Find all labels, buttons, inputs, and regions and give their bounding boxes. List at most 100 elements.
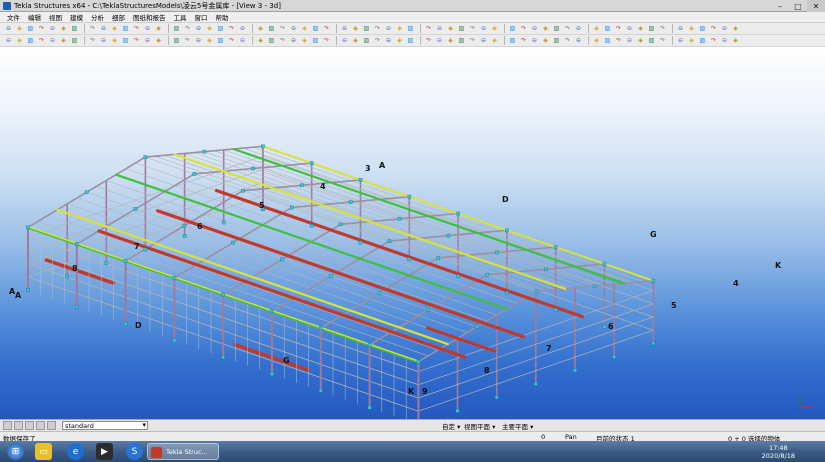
toolbar-button[interactable]: ⊖ [4, 36, 13, 45]
toolbar-button[interactable]: ↷ [468, 36, 477, 45]
toolbar-button[interactable]: ▧ [26, 36, 35, 45]
toolbar-button[interactable]: ▧ [406, 36, 415, 45]
toolbar-button[interactable]: ▧ [698, 36, 707, 45]
toolbar-button[interactable]: ↷ [563, 24, 572, 33]
toolbar-button[interactable]: ⊖ [48, 36, 57, 45]
toolbar-button[interactable]: ▧ [647, 24, 656, 33]
toolbar-button[interactable]: ◈ [541, 36, 550, 45]
toolbar-button[interactable]: ◈ [300, 36, 309, 45]
toolbar-button[interactable]: ▧ [121, 24, 130, 33]
toolbar-button[interactable]: ◈ [256, 36, 265, 45]
menu-drawings-reports[interactable]: 图纸和报告 [129, 12, 170, 22]
toolbar-button[interactable]: ↷ [373, 24, 382, 33]
start-button-icon[interactable]: ⊞ [7, 443, 24, 460]
toolbar-button[interactable]: ⊖ [625, 24, 634, 33]
toolbar-button[interactable]: ▧ [121, 36, 130, 45]
toolbar-button[interactable]: ⊖ [99, 24, 108, 33]
toolbar-button[interactable]: ◈ [636, 24, 645, 33]
toolbar-button[interactable]: ▧ [457, 24, 466, 33]
toolbar-button[interactable]: ↷ [519, 24, 528, 33]
toolbar-button[interactable]: ⊖ [435, 24, 444, 33]
toolbar-button[interactable]: ⊖ [479, 36, 488, 45]
system-clock[interactable]: 17:48 2020/8/18 [762, 441, 795, 462]
toolbar-button[interactable]: ◈ [687, 36, 696, 45]
toolbar-button[interactable]: ⊖ [289, 24, 298, 33]
toolbar-button[interactable]: ◈ [731, 24, 740, 33]
close-icon[interactable]: ✕ [807, 0, 825, 12]
toolbar-button[interactable]: ↷ [468, 24, 477, 33]
toolbar-button[interactable]: ↷ [563, 36, 572, 45]
toolbar-button[interactable]: ⊖ [574, 36, 583, 45]
toolbar-button[interactable]: ↷ [227, 24, 236, 33]
menu-window[interactable]: 窗口 [191, 12, 212, 22]
toolbar-button[interactable]: ⊖ [143, 36, 152, 45]
toolbar-button[interactable]: ▧ [26, 24, 35, 33]
menu-help[interactable]: 帮助 [212, 12, 233, 22]
menu-analysis[interactable]: 分析 [87, 12, 108, 22]
toolbar-button[interactable]: ↷ [37, 36, 46, 45]
toolbar-button[interactable]: ↷ [322, 36, 331, 45]
toolbar-button[interactable]: ▧ [172, 24, 181, 33]
toolbar-button[interactable]: ⊖ [676, 24, 685, 33]
maximize-icon[interactable]: □ [789, 0, 807, 12]
toolbar-button[interactable]: ▧ [311, 36, 320, 45]
snap-button[interactable] [47, 421, 56, 430]
toolbar-button[interactable]: ↷ [658, 36, 667, 45]
toolbar-button[interactable]: ↷ [278, 24, 287, 33]
toolbar-button[interactable]: ▧ [267, 24, 276, 33]
toolbar-button[interactable]: ▧ [603, 24, 612, 33]
toolbar-button[interactable]: ▧ [216, 24, 225, 33]
toolbar-button[interactable]: ◈ [395, 24, 404, 33]
toolbar-button[interactable]: ↷ [519, 36, 528, 45]
toolbar-button[interactable]: ⊖ [625, 36, 634, 45]
toolbar-button[interactable]: ⊖ [574, 24, 583, 33]
toolbar-button[interactable]: ⊖ [340, 36, 349, 45]
toolbar-button[interactable]: ▧ [552, 36, 561, 45]
toolbar-button[interactable]: ◈ [15, 24, 24, 33]
toolbar-button[interactable]: ⊖ [676, 36, 685, 45]
toolbar-button[interactable]: ↷ [183, 36, 192, 45]
plane-filter-main[interactable]: 主要平面 ▾ [500, 421, 535, 431]
toolbar-button[interactable]: ◈ [490, 36, 499, 45]
toolbar-button[interactable]: ↷ [322, 24, 331, 33]
toolbar-button[interactable]: ⊖ [289, 36, 298, 45]
toolbar-button[interactable]: ▧ [70, 24, 79, 33]
toolbar-button[interactable]: ⊖ [238, 36, 247, 45]
toolbar-button[interactable]: ⊖ [143, 24, 152, 33]
media-player-icon[interactable]: ▶ [96, 443, 113, 460]
toolbar-button[interactable]: ◈ [395, 36, 404, 45]
toolbar-button[interactable]: ◈ [205, 24, 214, 33]
toolbar-button[interactable]: ▧ [508, 24, 517, 33]
browser-icon[interactable]: e [67, 443, 84, 460]
menu-tools[interactable]: 工具 [170, 12, 191, 22]
toolbar-button[interactable]: ↷ [614, 24, 623, 33]
toolbar-button[interactable]: ⊖ [48, 24, 57, 33]
plane-filter-custom[interactable]: 自定 ▾ [440, 421, 462, 431]
toolbar-button[interactable]: ▧ [603, 36, 612, 45]
toolbar-button[interactable]: ↷ [88, 36, 97, 45]
toolbar-button[interactable]: ⊖ [194, 24, 203, 33]
toolbar-button[interactable]: ⊖ [194, 36, 203, 45]
toolbar-button[interactable]: ↷ [132, 36, 141, 45]
menu-detailing[interactable]: 细部 [108, 12, 129, 22]
toolbar-button[interactable]: ▧ [552, 24, 561, 33]
toolbar-button[interactable]: ▧ [70, 36, 79, 45]
toolbar-button[interactable]: ⊖ [530, 24, 539, 33]
browser-s-icon[interactable]: S [126, 443, 143, 460]
model-view-3d[interactable]: A A 8 7 6 5 4 3 A D D G G K K 9 8 7 6 5 … [0, 47, 825, 419]
toolbar-button[interactable]: ◈ [59, 24, 68, 33]
toolbar-button[interactable]: ⊖ [99, 36, 108, 45]
selection-filter-combo[interactable]: standard [62, 421, 148, 430]
toolbar-button[interactable]: ↷ [37, 24, 46, 33]
toolbar-button[interactable]: ▧ [508, 36, 517, 45]
toolbar-button[interactable]: ◈ [154, 24, 163, 33]
toolbar-button[interactable]: ▧ [172, 36, 181, 45]
toolbar-button[interactable]: ▧ [216, 36, 225, 45]
toolbar-button[interactable]: ◈ [351, 36, 360, 45]
toolbar-button[interactable]: ⊖ [530, 36, 539, 45]
toolbar-button[interactable]: ▧ [362, 36, 371, 45]
plane-filter-view[interactable]: 视图平面 ▾ [462, 421, 497, 431]
toolbar-button[interactable]: ▧ [406, 24, 415, 33]
menu-file[interactable]: 文件 [3, 12, 24, 22]
toolbar-button[interactable]: ◈ [592, 36, 601, 45]
